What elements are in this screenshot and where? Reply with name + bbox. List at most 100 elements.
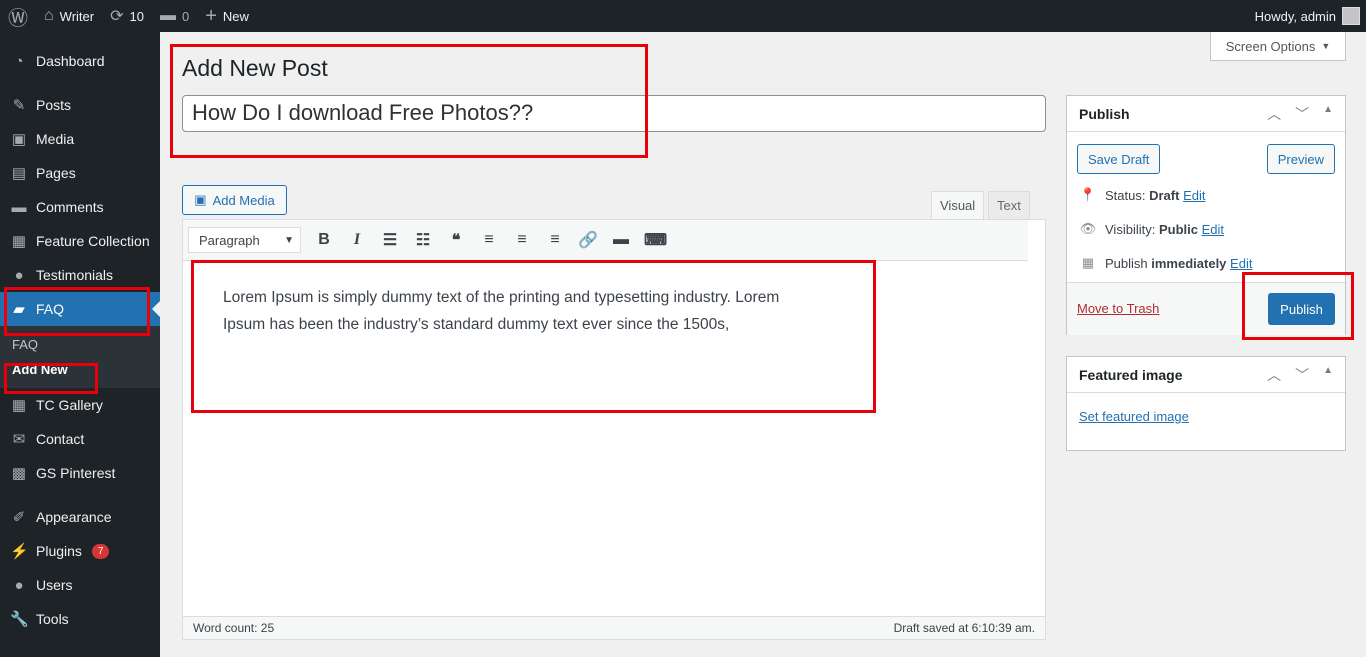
bold-icon[interactable]: B bbox=[314, 231, 334, 249]
word-count: Word count: 25 bbox=[193, 621, 275, 635]
sidebar-item-pages[interactable]: ▤ Pages bbox=[0, 156, 160, 190]
align-center-icon[interactable]: ≡ bbox=[512, 231, 532, 249]
sidebar-item-label: TC Gallery bbox=[36, 397, 103, 413]
highlight-faq-menu bbox=[4, 287, 150, 336]
save-draft-button[interactable]: Save Draft bbox=[1077, 144, 1161, 174]
sidebar-item-gs-pinterest[interactable]: ▩ GS Pinterest bbox=[0, 456, 160, 490]
toggle-panel-icon[interactable]: ▲ bbox=[1323, 365, 1333, 385]
read-more-icon[interactable]: ▬ bbox=[611, 231, 631, 249]
link-icon[interactable]: 🔗 bbox=[578, 230, 598, 250]
sidebar-item-label: Comments bbox=[36, 199, 104, 215]
align-left-icon[interactable]: ≡ bbox=[479, 231, 499, 249]
media-icon: ▣ bbox=[11, 131, 27, 148]
move-down-icon[interactable]: ﹀ bbox=[1295, 104, 1309, 124]
move-up-icon[interactable]: ︿ bbox=[1267, 104, 1281, 124]
format-select[interactable]: Paragraph ▼ bbox=[188, 227, 301, 253]
pin-icon: 📍 bbox=[1079, 187, 1097, 202]
status-text: Status: Draft Edit bbox=[1105, 187, 1206, 203]
editor-toolbar: Paragraph ▼ B I ☰ ☷ ❝ ≡ ≡ ≡ 🔗 ▬ ⌨ bbox=[183, 220, 1028, 261]
admin-sidebar: ◔ Dashboard ✎ Posts ▣ Media ▤ Pages ▬ Comments ▦ Fe… bbox=[0, 32, 160, 657]
move-up-icon[interactable]: ︿ bbox=[1267, 365, 1281, 385]
new-content-link[interactable]: + New bbox=[197, 0, 257, 32]
sidebar-item-label: Feature Collection bbox=[36, 233, 150, 249]
sidebar-item-appearance[interactable]: ✐ Appearance bbox=[0, 500, 160, 534]
caret-down-icon: ▼ bbox=[1321, 41, 1331, 51]
updates-link[interactable]: ⟳ 10 bbox=[102, 0, 152, 32]
dashboard-icon: ◔ bbox=[14, 52, 24, 70]
preview-button[interactable]: Preview bbox=[1266, 144, 1335, 174]
image-icon: ▩ bbox=[11, 465, 27, 482]
screen-options-button[interactable]: Screen Options ▼ bbox=[1210, 32, 1346, 61]
sidebar-item-label: Pages bbox=[36, 165, 76, 181]
person-icon: ● bbox=[14, 266, 24, 284]
align-right-icon[interactable]: ≡ bbox=[545, 231, 565, 249]
gallery-icon: ▦ bbox=[11, 233, 27, 250]
sidebar-item-label: Tools bbox=[36, 611, 69, 627]
highlight-title bbox=[170, 44, 648, 158]
toolbar-toggle-icon[interactable]: ⌨ bbox=[644, 230, 667, 250]
sidebar-item-label: Contact bbox=[36, 431, 85, 447]
avatar bbox=[1342, 7, 1360, 25]
bullet-list-icon[interactable]: ☰ bbox=[380, 230, 400, 250]
eye-icon: 👁 bbox=[1079, 221, 1097, 236]
sidebar-item-comments[interactable]: ▬ Comments bbox=[0, 190, 160, 224]
calendar-icon: ▦ bbox=[1081, 255, 1095, 270]
numbered-list-icon[interactable]: ☷ bbox=[413, 230, 433, 250]
add-media-label: Add Media bbox=[212, 192, 275, 208]
plugin-icon: ⚡ bbox=[10, 543, 29, 560]
site-name: Writer bbox=[59, 8, 95, 24]
sidebar-item-users[interactable]: ● Users bbox=[0, 568, 160, 602]
comments-link[interactable]: ▬ 0 bbox=[152, 0, 197, 32]
sidebar-item-media[interactable]: ▣ Media bbox=[0, 122, 160, 156]
sidebar-item-label: Media bbox=[36, 131, 75, 147]
screen-options-label: Screen Options bbox=[1225, 38, 1316, 54]
sidebar-item-feature-collection[interactable]: ▦ Feature Collection bbox=[0, 224, 160, 258]
publish-time-text: Publish immediately Edit bbox=[1105, 255, 1253, 271]
italic-icon[interactable]: I bbox=[347, 231, 367, 249]
toggle-panel-icon[interactable]: ▲ bbox=[1323, 104, 1333, 124]
sidebar-item-contact[interactable]: ✉ Contact bbox=[0, 422, 160, 456]
account-menu[interactable]: Howdy, admin bbox=[1255, 7, 1366, 25]
set-featured-image-link[interactable]: Set featured image bbox=[1079, 409, 1189, 424]
comments-count: 0 bbox=[181, 8, 190, 24]
site-link[interactable]: ⌂ Writer bbox=[36, 0, 102, 32]
edit-status-link[interactable]: Edit bbox=[1183, 188, 1205, 203]
publish-box-title: Publish bbox=[1079, 105, 1130, 122]
wordpress-logo[interactable]: Ⓦ bbox=[0, 0, 36, 32]
visibility-text: Visibility: Public Edit bbox=[1105, 221, 1225, 237]
sidebar-item-label: Dashboard bbox=[36, 53, 105, 69]
move-to-trash-link[interactable]: Move to Trash bbox=[1077, 301, 1159, 316]
sidebar-item-label: GS Pinterest bbox=[36, 465, 116, 481]
users-icon: ● bbox=[14, 576, 24, 594]
editor-status-bar: Word count: 25 Draft saved at 6:10:39 am. bbox=[183, 616, 1045, 639]
wrench-icon: 🔧 bbox=[10, 611, 29, 628]
move-down-icon[interactable]: ﹀ bbox=[1295, 365, 1309, 385]
tab-visual[interactable]: Visual bbox=[931, 191, 985, 220]
howdy-text: Howdy, admin bbox=[1254, 8, 1336, 24]
add-media-button[interactable]: ▣ Add Media bbox=[182, 185, 287, 215]
new-label: New bbox=[222, 8, 249, 24]
edit-visibility-link[interactable]: Edit bbox=[1202, 222, 1224, 237]
sidebar-item-posts[interactable]: ✎ Posts bbox=[0, 88, 160, 122]
comment-icon: ▬ bbox=[11, 198, 27, 216]
sidebar-item-tools[interactable]: 🔧 Tools bbox=[0, 602, 160, 636]
draft-saved-status: Draft saved at 6:10:39 am. bbox=[893, 621, 1035, 635]
sidebar-item-dashboard[interactable]: ◔ Dashboard bbox=[0, 44, 160, 78]
mail-icon: ✉ bbox=[12, 431, 26, 448]
tab-text[interactable]: Text bbox=[988, 191, 1030, 220]
blockquote-icon[interactable]: ❝ bbox=[446, 230, 466, 250]
edit-publish-time-link[interactable]: Edit bbox=[1230, 256, 1252, 271]
plugins-update-badge: 7 bbox=[91, 543, 110, 559]
featured-image-title: Featured image bbox=[1079, 366, 1183, 383]
sidebar-item-plugins[interactable]: ⚡ Plugins 7 bbox=[0, 534, 160, 568]
sidebar-item-label: Users bbox=[36, 577, 73, 593]
updates-count: 10 bbox=[129, 8, 144, 24]
highlight-content bbox=[191, 260, 876, 413]
gallery-icon: ▦ bbox=[11, 397, 27, 414]
highlight-publish bbox=[1242, 272, 1354, 340]
admin-bar: Ⓦ ⌂ Writer ⟳ 10 ▬ 0 + New Howdy, admin bbox=[0, 0, 1366, 32]
pages-icon: ▤ bbox=[11, 165, 27, 182]
pin-icon: ✎ bbox=[12, 97, 26, 114]
sidebar-item-label: Testimonials bbox=[36, 267, 114, 283]
updates-icon: ⟳ bbox=[110, 8, 124, 25]
